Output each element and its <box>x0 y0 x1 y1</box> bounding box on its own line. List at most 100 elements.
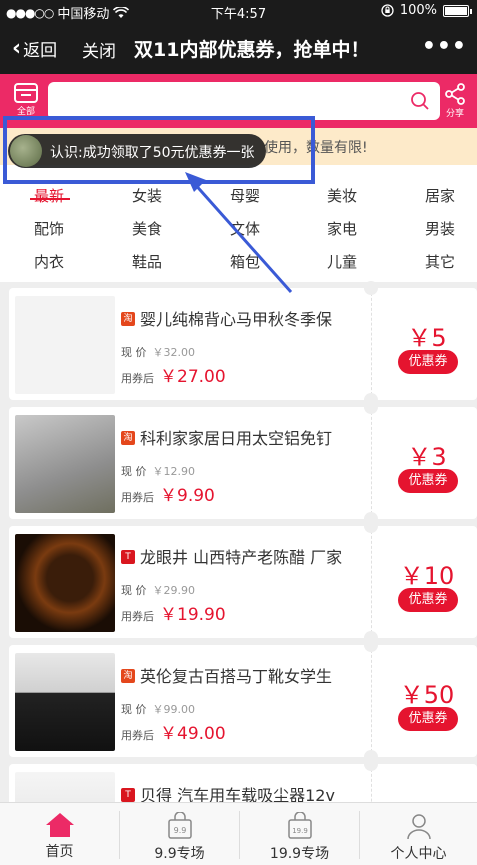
current-price: 现 价 ￥12.90 <box>121 463 195 479</box>
after-coupon-value: ￥19.90 <box>160 605 226 625</box>
after-coupon-value: ￥27.00 <box>160 367 226 387</box>
source-icon: 淘 <box>121 431 135 445</box>
current-price-value: ￥12.90 <box>152 465 196 478</box>
product-title[interactable]: 龙眼井 山西特产老陈醋 厂家 <box>140 544 368 568</box>
get-coupon-button[interactable]: 优惠券 <box>398 350 458 374</box>
category-item[interactable]: 内衣 <box>9 251 89 272</box>
category-item[interactable]: 儿童 <box>302 251 382 272</box>
current-price-label: 现 价 <box>121 703 147 716</box>
rotation-lock-icon <box>381 4 394 17</box>
status-bar: ●●●○○ 中国移动 下午4:57 100% <box>0 0 477 22</box>
svg-text:19.9: 19.9 <box>292 827 308 835</box>
product-card[interactable]: T 龙眼井 山西特产老陈醋 厂家现 价 ￥29.90 用券后 ￥19.90 ￥10 优惠券 <box>9 519 477 645</box>
source-icon: T <box>121 550 135 564</box>
after-coupon-price: 用券后 ￥49.00 <box>121 719 226 744</box>
after-coupon-label: 用券后 <box>121 491 154 504</box>
current-price-value: ￥32.00 <box>152 346 196 359</box>
get-coupon-button[interactable]: 优惠券 <box>398 588 458 612</box>
search-box[interactable] <box>48 82 440 120</box>
coupon-value: ￥50 <box>399 681 455 709</box>
tab-9-9[interactable]: 9.9 9.9专场 <box>120 803 239 865</box>
after-coupon-label: 用券后 <box>121 372 154 385</box>
product-title[interactable]: 婴儿纯棉背心马甲秋冬季保 <box>140 306 368 330</box>
battery-percent: 100% <box>399 3 437 18</box>
category-item[interactable]: 箱包 <box>205 251 285 272</box>
category-item[interactable]: 鞋品 <box>107 251 187 272</box>
after-coupon-label: 用券后 <box>121 610 154 623</box>
search-icon[interactable] <box>410 91 430 111</box>
search-input[interactable] <box>58 82 398 120</box>
category-item[interactable]: 美妆 <box>302 185 382 206</box>
tab-profile[interactable]: 个人中心 <box>360 803 477 865</box>
after-coupon-price: 用券后 ￥9.90 <box>121 481 215 506</box>
source-icon: 淘 <box>121 312 135 326</box>
product-title[interactable]: 科利家家居日用太空铝免钉 <box>140 425 368 449</box>
tab-label: 首页 <box>45 844 74 860</box>
share-button[interactable]: 分享 <box>435 80 475 124</box>
navigation-bar: ‹ 返回 关闭 双11内部优惠券，抢单中！ ••• <box>0 22 477 74</box>
category-item[interactable]: 居家 <box>400 185 477 206</box>
category-item[interactable]: 女装 <box>107 185 187 206</box>
product-card[interactable]: 淘英伦复古百搭马丁靴女学生现 价 ￥99.00 用券后 ￥49.00 ￥50 优惠券 <box>9 638 477 764</box>
bottom-tab-bar: 首页 9.9 9.9专场 19.9 19.9专场 个人中心 <box>0 802 477 865</box>
get-coupon-button[interactable]: 优惠券 <box>398 469 458 493</box>
toast-avatar <box>10 135 42 167</box>
more-dots-icon[interactable]: ••• <box>422 34 467 59</box>
coupon-value: ￥3 <box>407 443 447 471</box>
after-coupon-value: ￥49.00 <box>160 724 226 744</box>
back-button[interactable]: ‹ 返回 <box>12 36 57 61</box>
back-label: 返回 <box>23 41 58 61</box>
after-coupon-price: 用券后 ￥19.90 <box>121 600 226 625</box>
chevron-left-icon: ‹ <box>12 35 22 61</box>
category-item[interactable]: 最新 <box>9 185 89 206</box>
coupon-value: ￥10 <box>399 562 455 590</box>
after-coupon-value: ￥9.90 <box>160 486 215 506</box>
tab-label: 19.9专场 <box>269 846 330 862</box>
coupon-value: ￥5 <box>407 324 447 352</box>
product-card[interactable]: 淘科利家家居日用太空铝免钉现 价 ￥12.90 用券后 ￥9.90 ￥3 优惠券 <box>9 400 477 526</box>
active-category-underline <box>30 198 70 200</box>
category-item[interactable]: 家电 <box>302 218 382 239</box>
product-image[interactable] <box>15 534 115 632</box>
coupon-toast: 认识:成功领取了50元优惠券一张 <box>8 134 266 168</box>
store-icon <box>14 83 38 103</box>
close-button[interactable]: 关闭 <box>82 37 116 62</box>
current-price: 现 价 ￥32.00 <box>121 344 195 360</box>
tab-19-9[interactable]: 19.9 19.9专场 <box>240 803 359 865</box>
category-item[interactable]: 男装 <box>400 218 477 239</box>
bag-19-9-icon: 19.9 <box>287 812 312 839</box>
current-price-label: 现 价 <box>121 465 147 478</box>
category-item[interactable]: 其它 <box>400 251 477 272</box>
user-icon <box>406 814 431 840</box>
page-title: 双11内部优惠券，抢单中！ <box>134 39 370 61</box>
current-price: 现 价 ￥29.90 <box>121 582 195 598</box>
category-item[interactable]: 文体 <box>205 218 285 239</box>
source-icon: T <box>121 788 135 802</box>
product-title[interactable]: 英伦复古百搭马丁靴女学生 <box>140 663 368 687</box>
tab-label: 9.9专场 <box>154 846 205 862</box>
category-item[interactable]: 配饰 <box>9 218 89 239</box>
bag-9-9-icon: 9.9 <box>167 812 192 839</box>
current-price-label: 现 价 <box>121 584 147 597</box>
category-item[interactable]: 母婴 <box>205 185 285 206</box>
share-label: 分享 <box>445 109 464 119</box>
after-coupon-price: 用券后 ￥27.00 <box>121 362 226 387</box>
share-icon <box>445 83 465 105</box>
product-image[interactable] <box>15 296 115 394</box>
source-icon: 淘 <box>121 669 135 683</box>
toast-text: 认识:成功领取了50元优惠券一张 <box>50 145 255 161</box>
get-coupon-button[interactable]: 优惠券 <box>398 707 458 731</box>
battery-icon <box>443 4 472 17</box>
current-price: 现 价 ￥99.00 <box>121 701 195 717</box>
svg-text:9.9: 9.9 <box>173 826 186 835</box>
current-price-label: 现 价 <box>121 346 147 359</box>
tab-label: 个人中心 <box>390 846 447 862</box>
home-icon <box>45 813 74 837</box>
product-image[interactable] <box>15 653 115 751</box>
category-item[interactable]: 美食 <box>107 218 187 239</box>
app-screen: ●●●○○ 中国移动 下午4:57 100% ‹ 返回 关闭 双11内部优惠券， <box>0 0 477 865</box>
product-image[interactable] <box>15 415 115 513</box>
tab-home[interactable]: 首页 <box>0 803 119 865</box>
current-price-value: ￥29.90 <box>152 584 196 597</box>
product-card[interactable]: 淘婴儿纯棉背心马甲秋冬季保现 价 ￥32.00 用券后 ￥27.00 ￥5 优惠券 <box>9 281 477 407</box>
